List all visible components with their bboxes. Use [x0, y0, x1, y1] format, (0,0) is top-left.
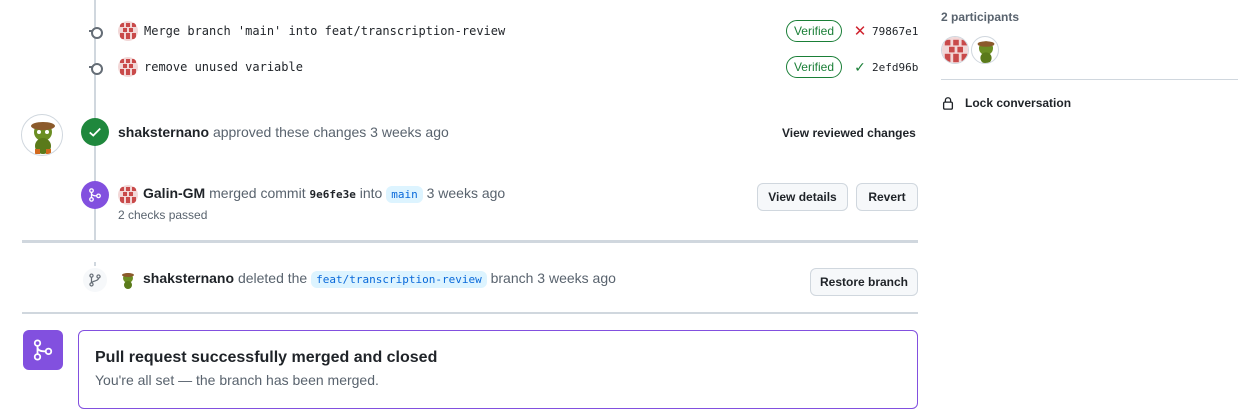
verified-badge[interactable]: Verified [785, 20, 842, 42]
participants-label: 2 participants [941, 10, 1020, 24]
section-divider [22, 240, 918, 243]
lock-label[interactable]: Lock conversation [965, 96, 1071, 110]
merger-name[interactable]: Galin-GM [143, 185, 205, 201]
check-icon[interactable]: ✓ [852, 59, 868, 76]
avatar[interactable] [118, 57, 138, 77]
avatar[interactable] [941, 36, 969, 64]
event-time[interactable]: 3 weeks ago [370, 124, 449, 140]
section-divider [22, 312, 918, 314]
branch-icon [81, 266, 109, 294]
merged-title: Pull request successfully merged and clo… [95, 349, 438, 366]
avatar[interactable] [971, 36, 999, 64]
avatar[interactable] [118, 21, 138, 41]
verified-badge[interactable]: Verified [785, 56, 842, 78]
merge-text: Galin-GM merged commit 9e6fe3e into main… [143, 185, 506, 203]
commit-sha[interactable]: 2efd96b [872, 61, 920, 74]
sidebar-divider [941, 79, 1238, 80]
commit-sha[interactable]: 79867e1 [872, 25, 920, 38]
lock-conversation-button[interactable]: Lock conversation [941, 96, 1071, 110]
revert-button[interactable]: Revert [856, 183, 918, 211]
merge-status-icon [23, 330, 63, 370]
base-branch-tag[interactable]: main [386, 186, 423, 203]
avatar[interactable] [118, 270, 138, 290]
commit-message[interactable]: Merge branch 'main' into feat/transcript… [144, 24, 786, 38]
commit-row: remove unused variable Verified ✓ 2efd96… [82, 54, 920, 80]
view-reviewed-changes-button[interactable]: View reviewed changes [782, 126, 916, 140]
approval-text: shaksternano approved these changes 3 we… [118, 124, 449, 140]
x-icon[interactable]: ✕ [852, 22, 868, 40]
reviewer-avatar[interactable] [21, 114, 63, 156]
commit-row: Merge branch 'main' into feat/transcript… [82, 18, 920, 44]
avatar[interactable] [118, 185, 138, 205]
approver-name[interactable]: shaksternano [118, 124, 209, 140]
merge-commit-sha[interactable]: 9e6fe3e [309, 188, 355, 201]
view-details-button[interactable]: View details [757, 183, 848, 211]
commit-icon [82, 54, 108, 80]
deleted-text: shaksternano deleted the feat/transcript… [143, 270, 616, 288]
restore-branch-button[interactable]: Restore branch [810, 268, 918, 296]
approved-icon [81, 118, 109, 146]
merged-subtitle: You're all set — the branch has been mer… [95, 372, 379, 388]
deleter-name[interactable]: shaksternano [143, 270, 234, 286]
commit-message[interactable]: remove unused variable [144, 60, 786, 74]
merge-icon [81, 181, 109, 209]
merged-status-box: Pull request successfully merged and clo… [78, 330, 918, 409]
event-time[interactable]: 3 weeks ago [427, 185, 506, 201]
lock-icon [942, 97, 954, 110]
commit-icon [82, 18, 108, 44]
checks-status[interactable]: 2 checks passed [118, 208, 207, 222]
deleted-branch-tag[interactable]: feat/transcription-review [311, 271, 487, 288]
event-time[interactable]: 3 weeks ago [537, 270, 616, 286]
